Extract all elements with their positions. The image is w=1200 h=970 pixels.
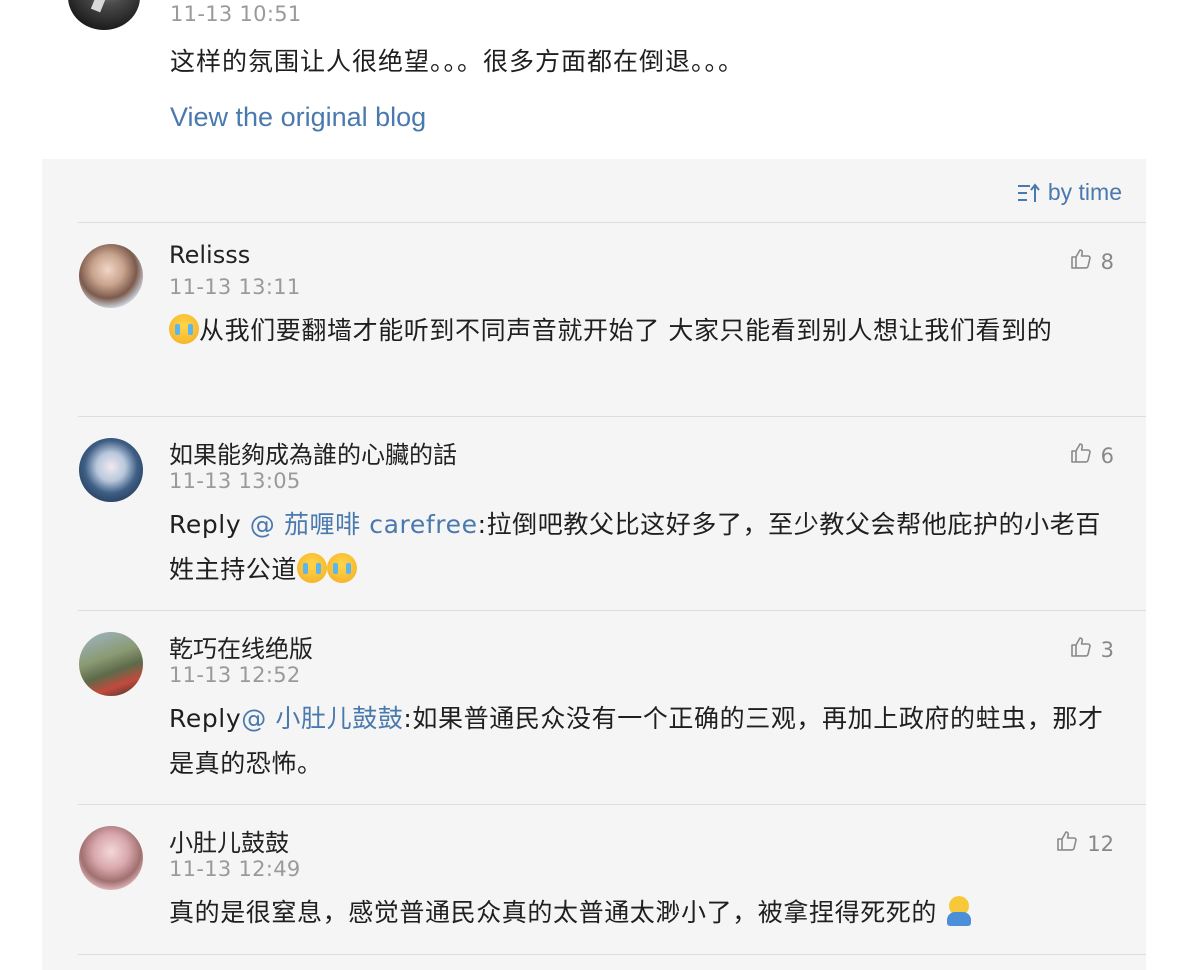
comment-timestamp: 11-13 13:11 — [169, 275, 301, 299]
commenter-name[interactable]: 乾巧在线绝版 — [169, 629, 313, 664]
comment-item: 乾巧在线绝版 11-13 12:52 3 Reply@ 小肚儿鼓鼓:如果普通民众… — [42, 611, 1146, 805]
thumbs-up-icon — [1069, 441, 1093, 470]
sort-by-time-button[interactable]: by time — [1016, 179, 1122, 206]
comments-panel: by time Relisss 11-13 13:11 8 从我们要翻墙才能听到… — [42, 159, 1146, 970]
like-button[interactable]: 8 — [1069, 247, 1114, 276]
comment-item: 小肚儿鼓鼓 11-13 12:49 12 真的是很窒息，感觉普通民众真的太普通太… — [42, 805, 1146, 955]
thumbs-up-icon — [1055, 829, 1079, 858]
post-author-avatar[interactable] — [68, 0, 140, 30]
sweating-person-emoji — [946, 896, 972, 926]
comment-item: Relisss 11-13 13:11 8 从我们要翻墙才能听到不同声音就开始了… — [42, 223, 1146, 417]
comment-item: 如果能夠成為誰的心臟的話 11-13 13:05 6 Reply @ 茄喱啡 c… — [42, 417, 1146, 611]
like-button[interactable]: 6 — [1069, 441, 1114, 470]
mention-link[interactable]: @ 小肚儿鼓鼓 — [241, 704, 403, 733]
view-original-blog-link[interactable]: View the original blog — [170, 102, 426, 133]
weibo-comment-page: 11-13 10:51 这样的氛围让人很绝望。。。很多方面都在倒退。。。 Vie… — [0, 0, 1200, 970]
commenter-name[interactable]: 如果能夠成為誰的心臟的話 — [169, 435, 457, 470]
comment-text: 真的是很窒息，感觉普通民众真的太普通太渺小了，被拿捏得死死的 — [169, 898, 938, 927]
comment-body: 真的是很窒息，感觉普通民众真的太普通太渺小了，被拿捏得死死的 — [169, 890, 1109, 935]
commenter-avatar[interactable] — [79, 244, 143, 308]
sort-label: by time — [1047, 179, 1122, 205]
mention-link[interactable]: @ 茄喱啡 carefree — [250, 510, 478, 539]
like-button[interactable]: 3 — [1069, 635, 1114, 664]
like-count: 8 — [1100, 249, 1114, 274]
thumbs-up-icon — [1069, 635, 1093, 664]
comment-text: 从我们要翻墙才能听到不同声音就开始了 大家只能看到别人想让我们看到的 — [199, 316, 1053, 345]
commenter-name[interactable]: Relisss — [169, 241, 250, 269]
commenter-avatar[interactable] — [79, 438, 143, 502]
comment-body: 从我们要翻墙才能听到不同声音就开始了 大家只能看到别人想让我们看到的 — [169, 308, 1109, 353]
like-count: 12 — [1087, 831, 1114, 856]
post-text: 这样的氛围让人很绝望。。。很多方面都在倒退。。。 — [170, 47, 745, 76]
commenter-avatar[interactable] — [79, 632, 143, 696]
like-count: 3 — [1100, 637, 1114, 662]
like-count: 6 — [1100, 443, 1114, 468]
crying-face-emoji — [297, 553, 328, 583]
comment-timestamp: 11-13 12:49 — [169, 857, 301, 881]
thumbs-up-icon — [1069, 247, 1093, 276]
comment-divider — [78, 954, 1146, 955]
comment-body: Reply@ 小肚儿鼓鼓:如果普通民众没有一个正确的三观，再加上政府的蛀虫，那才… — [169, 696, 1109, 786]
commenter-avatar[interactable] — [79, 826, 143, 890]
commenter-name[interactable]: 小肚儿鼓鼓 — [169, 823, 289, 858]
like-button[interactable]: 12 — [1055, 829, 1114, 858]
comment-timestamp: 11-13 13:05 — [169, 469, 301, 493]
crying-face-emoji — [327, 553, 358, 583]
post-timestamp: 11-13 10:51 — [170, 2, 302, 26]
crying-face-emoji — [169, 314, 199, 344]
reply-prefix: Reply — [169, 704, 242, 733]
comment-timestamp: 11-13 12:52 — [169, 663, 301, 687]
reply-prefix: Reply — [169, 510, 250, 539]
sort-icon — [1016, 181, 1042, 205]
comment-body: Reply @ 茄喱啡 carefree:拉倒吧教父比这好多了，至少教父会帮他庇… — [169, 502, 1109, 592]
